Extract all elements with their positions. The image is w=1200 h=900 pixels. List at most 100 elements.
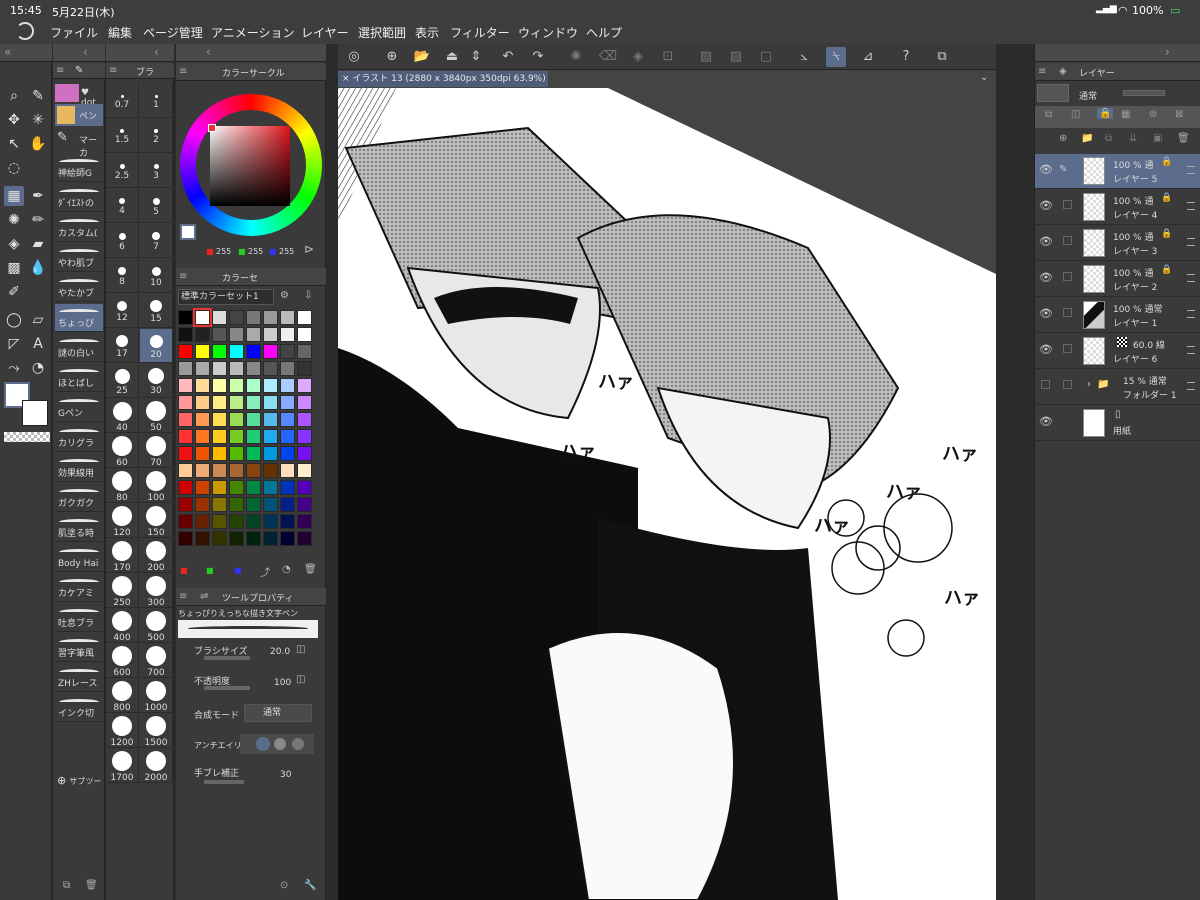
menu-selection[interactable]: 選択範囲 [358,24,406,41]
color-swatch[interactable] [195,361,210,376]
color-swatch[interactable] [280,429,295,444]
color-swatch[interactable] [280,344,295,359]
grid-snap-icon[interactable]: ⊿ [858,47,878,67]
layer-row-3[interactable]: 👁 100 % 通 🔒 レイヤー 3 [1035,226,1200,261]
selection-tool-icon[interactable]: ▦ [4,186,24,206]
drag-handle-icon[interactable] [1187,238,1195,246]
color-swatch[interactable] [212,480,227,495]
brush-size-option[interactable]: 70 [140,434,173,468]
menu-layer[interactable]: レイヤー [301,24,349,41]
clear-icon[interactable]: ⌫ [598,47,618,67]
color-swatch[interactable] [229,378,244,393]
opacity-value[interactable]: 100 [274,678,291,688]
color-swatch[interactable] [246,446,261,461]
color-swatch[interactable] [229,344,244,359]
stabilization-slider[interactable] [204,780,244,784]
eye-icon[interactable]: 👁 [1039,343,1053,356]
color-swatch[interactable] [229,463,244,478]
color-swatch[interactable] [178,429,193,444]
brush-size-option[interactable]: 2 [140,119,173,153]
layer-row-1[interactable]: 👁 100 % 通常 レイヤー 1 [1035,298,1200,333]
layer-row-paper[interactable]: 👁 ▯ 用紙 [1035,406,1200,441]
anti-alias-selector[interactable] [240,734,314,754]
document-tab[interactable]: × イラスト 13 (2880 x 3840px 350dpi 63.9%) [338,71,548,87]
drag-handle-icon[interactable] [1187,274,1195,282]
color-swatch[interactable] [229,327,244,342]
sub-tool-item[interactable]: 効果線用 [55,454,103,482]
auto-action-icon[interactable]: ✳ [28,110,48,130]
replace-color-icon[interactable]: ◔ [282,564,291,575]
brush-size-option[interactable]: 60 [106,434,139,468]
color-swatch[interactable] [212,378,227,393]
color-swatch[interactable] [178,446,193,461]
text-tool-icon[interactable]: A [28,334,48,354]
color-swatch[interactable] [195,497,210,512]
layer-checkbox[interactable] [1063,344,1072,353]
color-swatch[interactable] [193,308,212,327]
menu-help[interactable]: ヘルプ [586,24,622,41]
wrench-icon[interactable]: 🔧 [304,880,316,891]
brush-size-option[interactable]: 1 [140,84,173,118]
color-swatch[interactable] [263,446,278,461]
brush-size-option[interactable]: 800 [106,679,139,713]
menu-filter[interactable]: フィルター [450,24,510,41]
blend-icon[interactable]: 💧 [28,258,48,278]
drag-handle-icon[interactable] [1187,382,1195,390]
color-swatch[interactable] [297,480,312,495]
color-swatch[interactable] [178,327,193,342]
color-swatch[interactable] [246,344,261,359]
settings-icon[interactable]: ⚙ [280,290,289,301]
sub-tool-item[interactable]: やたかブ [55,274,103,302]
brush-size-option[interactable]: 40 [106,399,139,433]
color-swatch[interactable] [246,429,261,444]
color-swatch[interactable] [246,497,261,512]
color-swatch[interactable] [195,446,210,461]
color-swatch[interactable] [212,344,227,359]
redo-icon[interactable]: ↷ [528,47,548,67]
color-swatch[interactable] [246,395,261,410]
new-file-icon[interactable]: ⊕ [382,47,402,67]
new-layer-icon[interactable]: ⊕ [1059,133,1067,144]
color-swatch[interactable] [212,361,227,376]
fill-selection-icon[interactable]: ◈ [628,47,648,67]
brush-size-option[interactable]: 1200 [106,714,139,748]
transform-icon[interactable]: ⊡ [658,47,678,67]
color-swatch[interactable] [263,344,278,359]
color-swatch[interactable] [229,412,244,427]
menu-icon[interactable]: ≡ [179,591,187,602]
sub-tool-item[interactable]: 謎の白い [55,334,103,362]
copy-layer-icon[interactable]: ⧉ [1105,133,1112,144]
brush-size-option[interactable]: 1700 [106,749,139,783]
play-icon[interactable]: ⊳ [304,242,314,256]
brush-size-option[interactable]: 6 [106,224,139,258]
color-swatch[interactable] [297,395,312,410]
color-swatch[interactable] [178,480,193,495]
drag-handle-icon[interactable] [1187,202,1195,210]
color-swatch[interactable] [263,463,278,478]
color-swatch[interactable] [178,344,193,359]
menu-edit[interactable]: 編集 [108,24,132,41]
menu-view[interactable]: 表示 [415,24,439,41]
color-swatch[interactable] [229,361,244,376]
color-swatch[interactable] [246,327,261,342]
color-swatch[interactable] [229,310,244,325]
sub-tool-item[interactable]: ZHレース [55,664,103,692]
brush-size-option[interactable]: 20 [140,329,173,363]
collapse-icon[interactable]: « [4,45,11,59]
sub-tool-item[interactable]: ほとばし [55,364,103,392]
layer-row-2[interactable]: 👁 100 % 通 🔒 レイヤー 2 [1035,262,1200,297]
add-sub-tool-button[interactable]: ⊕ サブツー [57,774,105,790]
color-swatch[interactable] [297,412,312,427]
merge-layer-icon[interactable]: ⇊ [1129,133,1137,144]
color-swatch[interactable] [212,463,227,478]
color-swatch[interactable] [195,514,210,529]
color-swatch[interactable] [280,446,295,461]
undo-icon[interactable]: ↶ [498,47,518,67]
group-marker[interactable]: ✎ マーカ [55,128,103,159]
group-pen[interactable]: ペン [55,104,103,126]
color-swatch[interactable] [280,378,295,393]
airbrush-icon[interactable]: ✺ [4,210,24,230]
layer-checkbox[interactable] [1063,272,1072,281]
pressure-icon[interactable]: ◫ [296,644,305,655]
menu-icon[interactable]: ≡ [1038,66,1046,77]
